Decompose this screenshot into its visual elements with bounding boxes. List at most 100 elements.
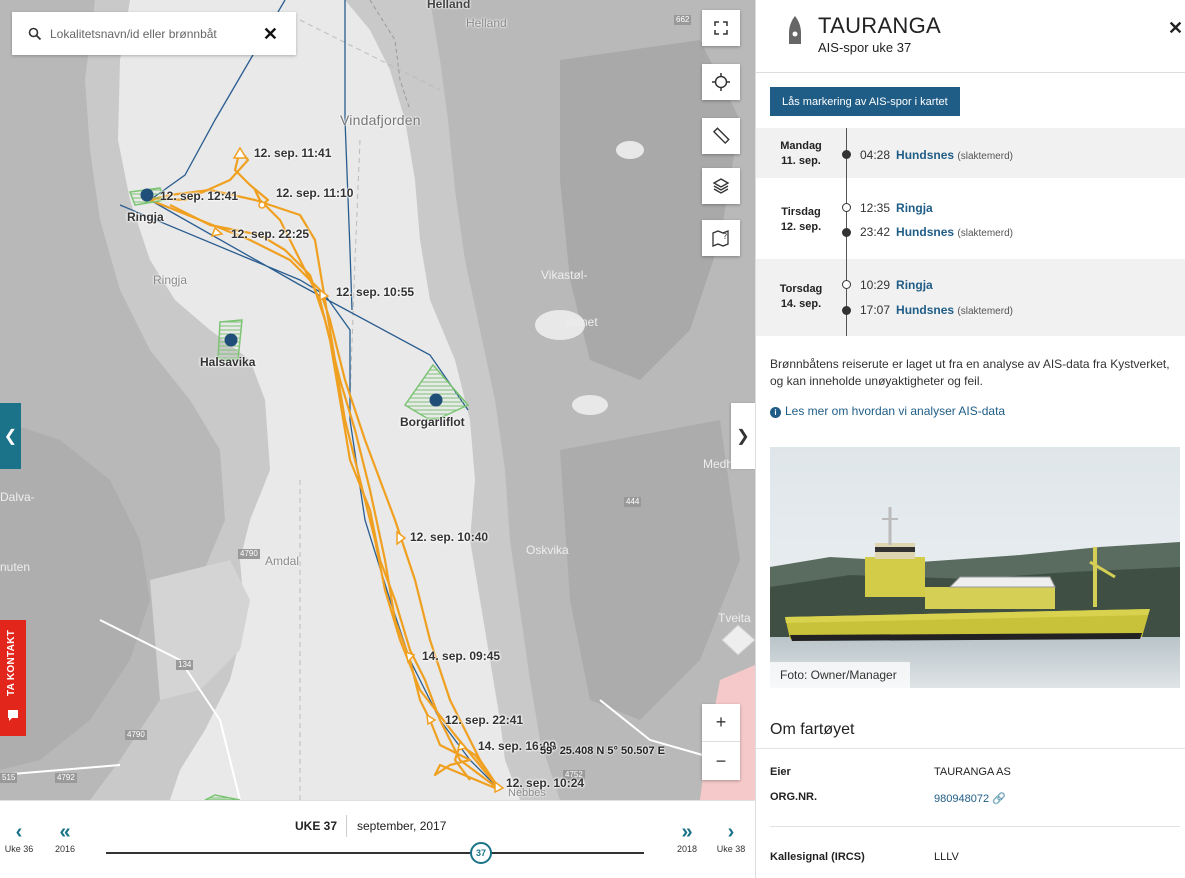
- place-helland: Helland: [466, 16, 507, 30]
- day-date: 11. sep.: [781, 155, 821, 167]
- place-helland-top: Helland: [427, 0, 471, 11]
- stop-dot: [842, 150, 851, 159]
- stop-place-link[interactable]: Hundsnes: [896, 148, 954, 162]
- vessel-photo-image: [770, 447, 1180, 688]
- clear-search-icon[interactable]: ✕: [263, 24, 278, 45]
- layers-icon: [712, 178, 730, 194]
- month-label: september, 2017: [357, 819, 447, 833]
- collapse-panel-button[interactable]: ❯: [731, 403, 755, 469]
- site-label-ringja[interactable]: Ringja: [127, 210, 164, 224]
- stop-place-link[interactable]: Ringja: [896, 278, 933, 292]
- map-help-icon: ?: [712, 230, 729, 247]
- fullscreen-icon: [714, 21, 728, 35]
- prev-week-label: Uke 36: [4, 844, 34, 854]
- divider: [756, 748, 1185, 749]
- stop-place-link[interactable]: Hundsnes: [896, 303, 954, 317]
- org-number-link[interactable]: 980948072 🔗: [934, 792, 1006, 805]
- site-label-halsavika[interactable]: Halsavika: [200, 355, 255, 369]
- divider: [770, 826, 1180, 827]
- vessel-name: TAURANGA: [818, 13, 942, 38]
- org-value: 980948072: [934, 793, 990, 805]
- stop-place-link[interactable]: Hundsnes: [896, 225, 954, 239]
- search-icon: [28, 27, 42, 40]
- chevron-right-icon: ›: [727, 821, 735, 843]
- place-vatnet: vatnet: [565, 315, 598, 329]
- learn-more-link[interactable]: i Les mer om hvordan vi analyser AIS-data: [770, 404, 1005, 418]
- track-label: 12. sep. 22:25: [231, 227, 310, 241]
- locate-icon: [712, 73, 730, 91]
- track-label: 12. sep. 10:55: [336, 285, 415, 299]
- timeline-track[interactable]: [106, 852, 644, 854]
- prev-week-button[interactable]: ‹ Uke 36: [2, 821, 36, 855]
- stop-entry: 04:28 Hundsnes (slaktemerd): [860, 148, 1013, 162]
- app-root: Helland Helland Vindafjorden Ringja Vika…: [0, 0, 1185, 878]
- stop-entry: 23:42 Hundsnes (slaktemerd): [860, 225, 1013, 239]
- vessel-subtitle: AIS-spor uke 37: [818, 40, 912, 55]
- track-label: 12. sep. 12:41: [160, 189, 239, 203]
- layers-button[interactable]: [702, 168, 740, 204]
- day-name: Tirsdag: [781, 206, 821, 218]
- search-input[interactable]: [50, 26, 250, 41]
- disclaimer-text: Brønnbåtens reiserute er laget ut fra en…: [770, 357, 1170, 388]
- divider: [346, 815, 347, 837]
- boat-icon: [789, 16, 801, 44]
- external-link-icon: 🔗: [992, 793, 1006, 805]
- stop-time: 12:35: [860, 201, 891, 215]
- track-label: 12. sep. 11:41: [254, 146, 332, 160]
- place-medh: Medh: [703, 457, 734, 471]
- track-label: 12. sep. 10:24: [506, 776, 585, 790]
- chevron-left-icon: ❮: [3, 428, 18, 445]
- panel-header: TAURANGA AIS-spor uke 37 ✕: [756, 0, 1185, 73]
- fullscreen-button[interactable]: [702, 10, 740, 46]
- stop-entry: 17:07 Hundsnes (slaktemerd): [860, 303, 1013, 317]
- collapse-left-button[interactable]: ❮: [0, 403, 21, 469]
- stop-time: 17:07: [860, 303, 891, 317]
- prev-year-button[interactable]: « 2016: [48, 821, 82, 855]
- owner-label: Eier: [770, 766, 791, 778]
- locate-button[interactable]: [702, 64, 740, 100]
- site-label-borgarliflot[interactable]: Borgarliflot: [400, 415, 465, 429]
- stop-dot: [842, 203, 851, 212]
- search-box: ✕: [12, 12, 296, 55]
- next-week-button[interactable]: › Uke 38: [713, 821, 749, 855]
- place-vikastol: Vikastøl-: [541, 268, 588, 282]
- track-label: 12. sep. 22:41: [445, 713, 524, 727]
- track-label: 12. sep. 11:10: [276, 186, 354, 200]
- chat-icon: [8, 710, 18, 721]
- about-heading: Om fartøyet: [770, 721, 855, 738]
- callsign-label: Kallesignal (IRCS): [770, 851, 865, 863]
- zoom-out-button[interactable]: −: [702, 742, 740, 780]
- stop-dot: [842, 228, 851, 237]
- place-tveita: Tveita: [718, 611, 751, 625]
- map-view[interactable]: Helland Helland Vindafjorden Ringja Vika…: [0, 0, 755, 800]
- road-number: 444: [624, 497, 642, 507]
- double-chevron-left-icon: «: [59, 821, 71, 843]
- week-label: UKE 37: [295, 819, 338, 833]
- week-timeline: ‹ Uke 36 « 2016 UKE 37 september, 2017 3…: [0, 800, 755, 878]
- measure-button[interactable]: [702, 118, 740, 154]
- zoom-in-button[interactable]: +: [702, 704, 740, 742]
- double-chevron-right-icon: »: [681, 821, 693, 843]
- chevron-right-icon: ❯: [736, 428, 750, 445]
- day-date: 12. sep.: [780, 221, 822, 233]
- map-help-button[interactable]: ?: [702, 220, 740, 256]
- stop-place-link[interactable]: Ringja: [896, 201, 933, 215]
- contact-tab-label: TA KONTAKT: [6, 629, 17, 696]
- contact-tab[interactable]: TA KONTAKT: [0, 620, 26, 736]
- timeline-knob[interactable]: 37: [470, 842, 492, 864]
- next-year-button[interactable]: » 2018: [670, 821, 704, 855]
- road-number: 515: [0, 773, 18, 783]
- place-oskvika: Oskvika: [526, 543, 569, 557]
- place-amdal: Amdal: [265, 554, 300, 568]
- day-name: Mandag: [780, 140, 822, 152]
- close-icon[interactable]: ✕: [1168, 18, 1183, 39]
- stop-dot: [842, 306, 851, 315]
- lock-track-button[interactable]: Lås markering av AIS-spor i kartet: [770, 87, 960, 116]
- place-ringja: Ringja: [153, 273, 188, 287]
- svg-text:?: ?: [723, 232, 727, 241]
- prev-year-label: 2016: [54, 844, 76, 854]
- stop-note: (slaktemerd): [957, 228, 1013, 239]
- stop-time: 10:29: [860, 278, 891, 292]
- next-year-label: 2018: [676, 844, 698, 854]
- road-number: 4790: [238, 549, 260, 559]
